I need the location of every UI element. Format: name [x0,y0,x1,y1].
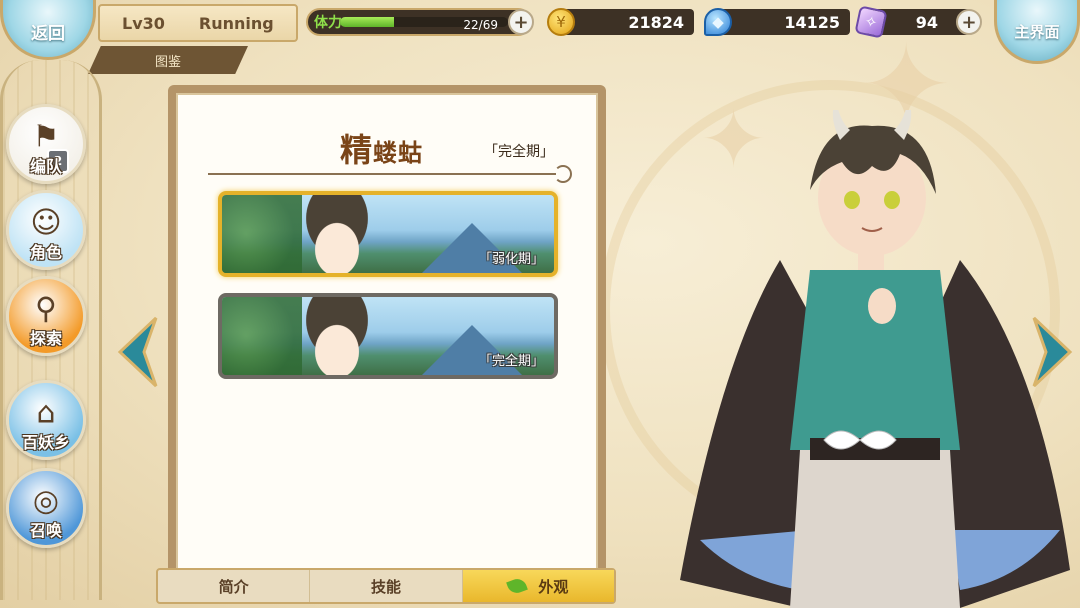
nav-summon[interactable]: ◎ 召唤 [6,468,86,548]
eye-right [884,191,900,209]
back-button-label: 返回 [31,23,65,44]
explore-icon: ⚲ [35,291,57,327]
tab-appearance[interactable]: 外观 [462,570,614,602]
add-stamina-button[interactable]: + [508,9,534,35]
coin-count: 21824 [628,12,684,32]
form-card-label: 「弱化期」 [478,252,544,267]
tab-intro-label: 简介 [218,577,249,596]
title-divider [208,165,572,183]
stamina-count: 22/69 [463,18,498,32]
nav-explore-label: 探索 [29,329,62,348]
previous-arrow-icon[interactable] [116,316,160,388]
stamina-bar: 体力 22/69 [306,8,532,36]
tab-appearance-label: 外观 [538,577,569,596]
home-button[interactable]: 主界面 [994,0,1080,64]
hand [868,288,896,324]
leaf-icon [506,576,529,596]
crystal-icon: ✧ [854,5,888,39]
nav-village[interactable]: ⌂ 百妖乡 [6,380,86,460]
soul-flame-icon: ◆ [704,8,732,36]
nav-team-label: 编队 [29,157,62,176]
tab-skills-label: 技能 [370,577,401,596]
player-level: Lv30 [122,13,165,33]
player-name: Running [198,13,274,33]
nav-team[interactable]: ⚑ 2 编队 [6,104,86,184]
nav-explore[interactable]: ⚲ 探索 [6,276,86,356]
character-name: 精蝼蛄 [340,125,423,171]
stamina-label: 体力 [314,15,342,31]
form-portrait [292,195,382,273]
summon-icon: ◎ [32,483,60,519]
soul-display: 14125 [714,9,850,35]
form-card-label: 「完全期」 [478,354,544,369]
form-card-complete[interactable]: 「完全期」 [218,293,558,379]
section-tab-label: 图鉴 [154,54,181,70]
form-card-bg-trees [222,195,302,273]
nav-summon-label: 召唤 [29,521,62,540]
section-tab-codex: 图鉴 [88,46,248,74]
back-button[interactable]: 返回 [0,0,96,60]
character-illustration [680,110,1070,608]
nav-village-label: 百妖乡 [21,433,70,452]
player-plate: Lv30 Running [98,4,298,42]
info-tabs: 简介 技能 外观 [156,568,616,604]
current-stage-tag: 「完全期」 [484,144,554,160]
robe-bottom [790,450,960,608]
codex-panel: 精蝼蛄 「完全期」 「弱化期」 「完全期」 [168,85,606,595]
soul-count: 14125 [784,12,840,32]
coin-icon: ¥ [547,8,575,36]
stamina-fill [340,17,394,27]
nav-character-label: 角色 [29,243,62,262]
form-portrait [292,297,382,375]
codex-panel-content: 精蝼蛄 「完全期」 「弱化期」 「完全期」 [176,93,598,595]
crystal-count: 94 [915,12,938,32]
form-card-weakened[interactable]: 「弱化期」 [218,191,558,277]
home-button-label: 主界面 [1014,22,1060,41]
character-name-rest: 蝼蛄 [373,139,424,167]
tab-intro[interactable]: 简介 [158,570,311,602]
tab-skills[interactable]: 技能 [310,570,463,602]
eye-left [844,191,860,209]
village-icon: ⌂ [36,395,56,431]
form-card-bg-trees [222,297,302,375]
coin-display: 21824 [556,9,694,35]
character-name-first: 精 [340,131,374,169]
character-icon: ☺ [30,205,62,241]
add-crystal-button[interactable]: + [956,9,982,35]
nav-character[interactable]: ☺ 角色 [6,190,86,270]
